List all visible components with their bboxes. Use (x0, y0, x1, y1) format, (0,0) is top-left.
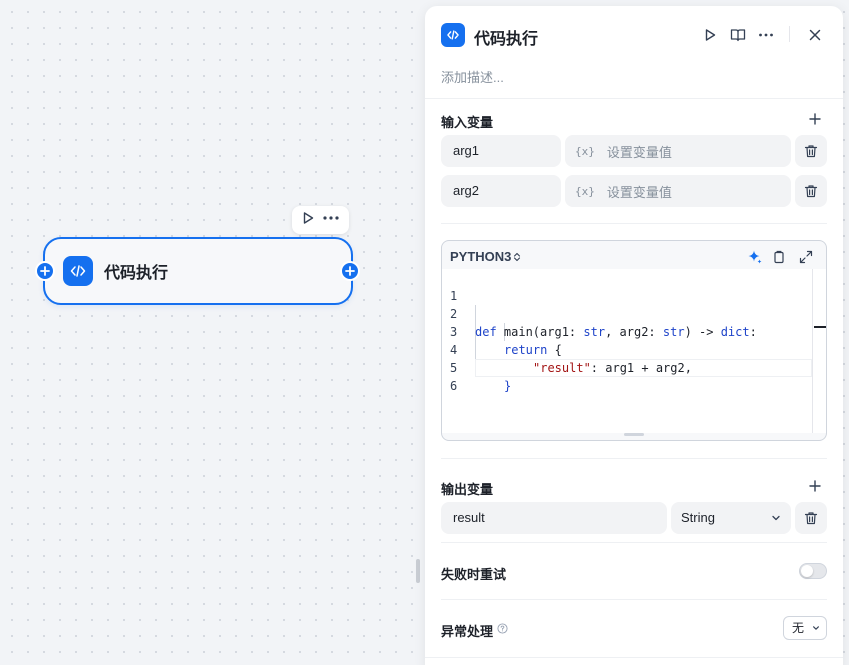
delete-output-variable-button[interactable] (795, 502, 827, 534)
chevron-down-icon (813, 626, 819, 630)
copy-icon[interactable] (770, 248, 788, 266)
add-input-variable-button[interactable] (805, 109, 825, 129)
panel-title: 代码执行 (474, 31, 539, 48)
trash-icon (804, 185, 818, 198)
code-text-area[interactable]: 1 2 def main(arg1: str, arg2: str) -> di… (442, 269, 812, 433)
add-output-variable-button[interactable] (805, 476, 825, 496)
input-variables-title: 输入变量 (441, 115, 494, 130)
variable-value-placeholder: 设置变量值 (606, 144, 672, 160)
ai-sparkle-icon[interactable] (746, 248, 764, 266)
scroll-position-marker (814, 326, 826, 328)
trash-icon (804, 512, 818, 525)
run-button[interactable] (699, 24, 721, 46)
retry-label: 失败时重试 (441, 567, 507, 582)
book-icon[interactable] (727, 24, 749, 46)
line-number: 6 (450, 379, 458, 393)
output-variable-name[interactable]: result (441, 502, 667, 534)
chevron-down-icon (772, 515, 780, 521)
code-line: 5 } (442, 341, 511, 393)
more-icon[interactable] (755, 24, 777, 46)
output-type-select[interactable]: String (671, 502, 791, 534)
variable-tag-icon: {x} (575, 144, 595, 158)
editor-resize-handle[interactable] (624, 433, 644, 436)
code-icon (63, 256, 93, 286)
output-variables-title: 输出变量 (441, 482, 494, 497)
run-node-icon[interactable] (301, 211, 315, 230)
variable-value-placeholder: 设置变量值 (606, 184, 672, 200)
node-config-panel: 代码执行 添加描述... 输入变量 arg1 {x} 设置变量值 arg2 {x… (425, 6, 843, 665)
description-input[interactable]: 添加描述... (441, 67, 504, 86)
language-select[interactable]: PYTHON3 (450, 249, 521, 264)
divider (441, 599, 827, 600)
more-icon[interactable] (322, 211, 340, 230)
input-variable-name[interactable]: arg2 (441, 175, 561, 207)
divider (441, 223, 827, 224)
error-handling-label: 异常处理 (441, 624, 494, 639)
code-text: } (504, 379, 512, 393)
sort-chevron-icon (514, 252, 521, 261)
code-line: 3 return { (442, 305, 562, 357)
delete-variable-button[interactable] (795, 175, 827, 207)
language-label: PYTHON3 (450, 249, 512, 264)
input-variable-value[interactable]: {x} 设置变量值 (565, 175, 791, 207)
retry-toggle[interactable] (799, 563, 827, 579)
output-type-value: String (681, 510, 715, 525)
help-circle-icon[interactable] (497, 623, 508, 634)
divider (425, 98, 843, 99)
code-node[interactable]: 代码执行 (43, 237, 353, 305)
code-text: "result": arg1 + arg2, (533, 361, 692, 375)
variable-tag-icon: {x} (575, 184, 595, 198)
close-icon[interactable] (804, 24, 826, 46)
editor-scrollbar[interactable] (812, 269, 826, 433)
code-line: 4 "result": arg1 + arg2, (442, 323, 692, 375)
code-editor: PYTHON3 1 2 def main(arg1: str, arg2: st… (441, 240, 827, 441)
panel-resize-handle[interactable] (416, 559, 420, 583)
input-variable-value[interactable]: {x} 设置变量值 (565, 135, 791, 167)
code-icon (441, 23, 465, 47)
divider (425, 657, 843, 658)
node-title: 代码执行 (104, 265, 169, 282)
trash-icon (804, 145, 818, 158)
code-text: def main(arg1: str, arg2: str) -> dict: (475, 325, 757, 339)
header-divider (789, 26, 790, 42)
input-variable-name[interactable]: arg1 (441, 135, 561, 167)
node-output-handle[interactable] (340, 261, 360, 281)
divider (441, 542, 827, 543)
toggle-knob (801, 565, 813, 577)
code-line: 1 (442, 269, 500, 303)
delete-variable-button[interactable] (795, 135, 827, 167)
node-input-handle[interactable] (35, 261, 55, 281)
error-handling-value: 无 (792, 621, 805, 635)
divider (441, 458, 827, 459)
error-handling-select[interactable]: 无 (783, 616, 827, 640)
code-line: 2 def main(arg1: str, arg2: str) -> dict… (442, 287, 757, 339)
code-line: 6 (442, 359, 500, 393)
expand-icon[interactable] (797, 248, 815, 266)
node-toolbar (292, 206, 349, 234)
panel-header: 代码执行 (425, 6, 843, 66)
code-text: return { (504, 343, 562, 357)
